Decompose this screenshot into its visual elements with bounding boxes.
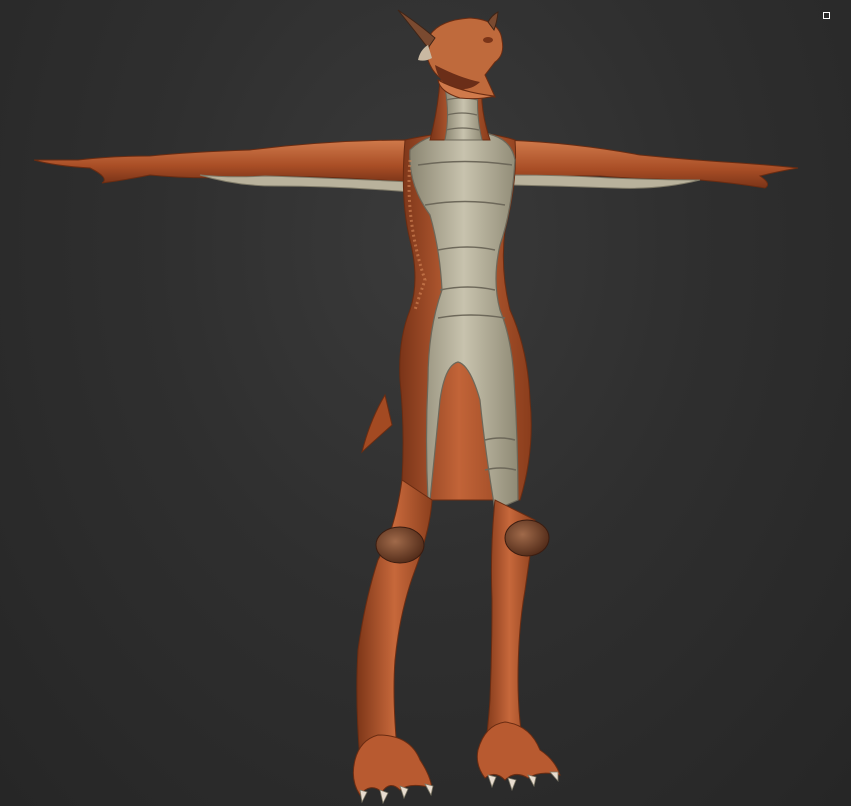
left-leg [352, 479, 434, 805]
right-foot [476, 721, 561, 781]
creature-model[interactable] [0, 0, 851, 806]
left-arm [33, 139, 411, 193]
right-knee-pad [504, 519, 550, 557]
right-arm [499, 139, 799, 189]
3d-viewport[interactable] [0, 0, 851, 806]
right-leg [476, 499, 561, 792]
tail [361, 393, 393, 454]
horn-left [397, 9, 436, 49]
nostril [483, 37, 493, 43]
head [397, 9, 504, 100]
left-foot [352, 734, 433, 796]
left-knee-pad [375, 526, 425, 564]
